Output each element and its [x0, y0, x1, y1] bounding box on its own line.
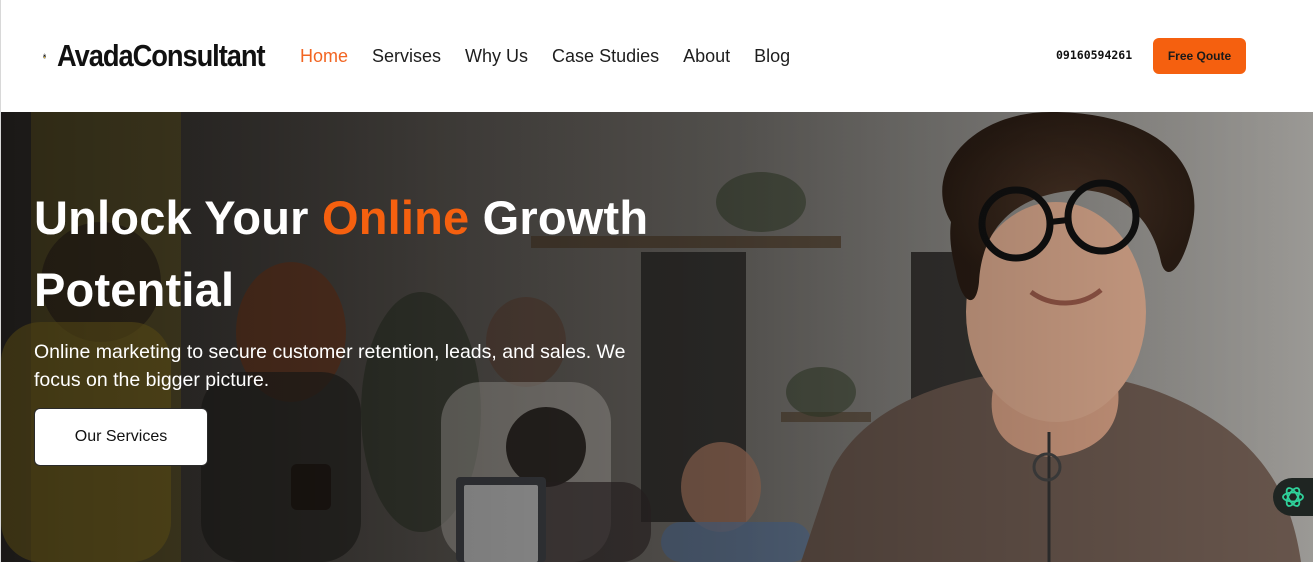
nav-why-us[interactable]: Why Us	[465, 46, 528, 67]
logo[interactable]: AvadaConsultant	[43, 20, 293, 92]
site-header: AvadaConsultant Home Servises Why Us Cas…	[1, 0, 1313, 112]
logo-text: AvadaConsultant	[57, 38, 266, 73]
nav-case-studies[interactable]: Case Studies	[552, 46, 659, 67]
our-services-button[interactable]: Our Services	[34, 408, 208, 466]
nav-blog[interactable]: Blog	[754, 46, 790, 67]
hero-background-image	[1, 112, 1313, 562]
openai-chat-icon	[1282, 487, 1304, 507]
logo-icon	[43, 53, 47, 59]
hero-section: Unlock Your Online Growth Potential Onli…	[1, 112, 1313, 562]
hero-title-part1: Unlock Your	[34, 191, 322, 244]
nav-about[interactable]: About	[683, 46, 730, 67]
main-nav: Home Servises Why Us Case Studies About …	[300, 44, 814, 68]
hero-title: Unlock Your Online Growth Potential	[34, 182, 734, 326]
chat-widget-button[interactable]	[1273, 478, 1313, 516]
free-quote-button[interactable]: Free Qoute	[1153, 38, 1246, 74]
nav-home[interactable]: Home	[300, 46, 348, 67]
hero-subtitle: Online marketing to secure customer rete…	[34, 341, 626, 391]
page: AvadaConsultant Home Servises Why Us Cas…	[0, 0, 1313, 562]
phone-link[interactable]: 09160594261	[1056, 48, 1132, 62]
nav-services[interactable]: Servises	[372, 46, 441, 67]
hero-title-accent: Online	[321, 191, 470, 244]
